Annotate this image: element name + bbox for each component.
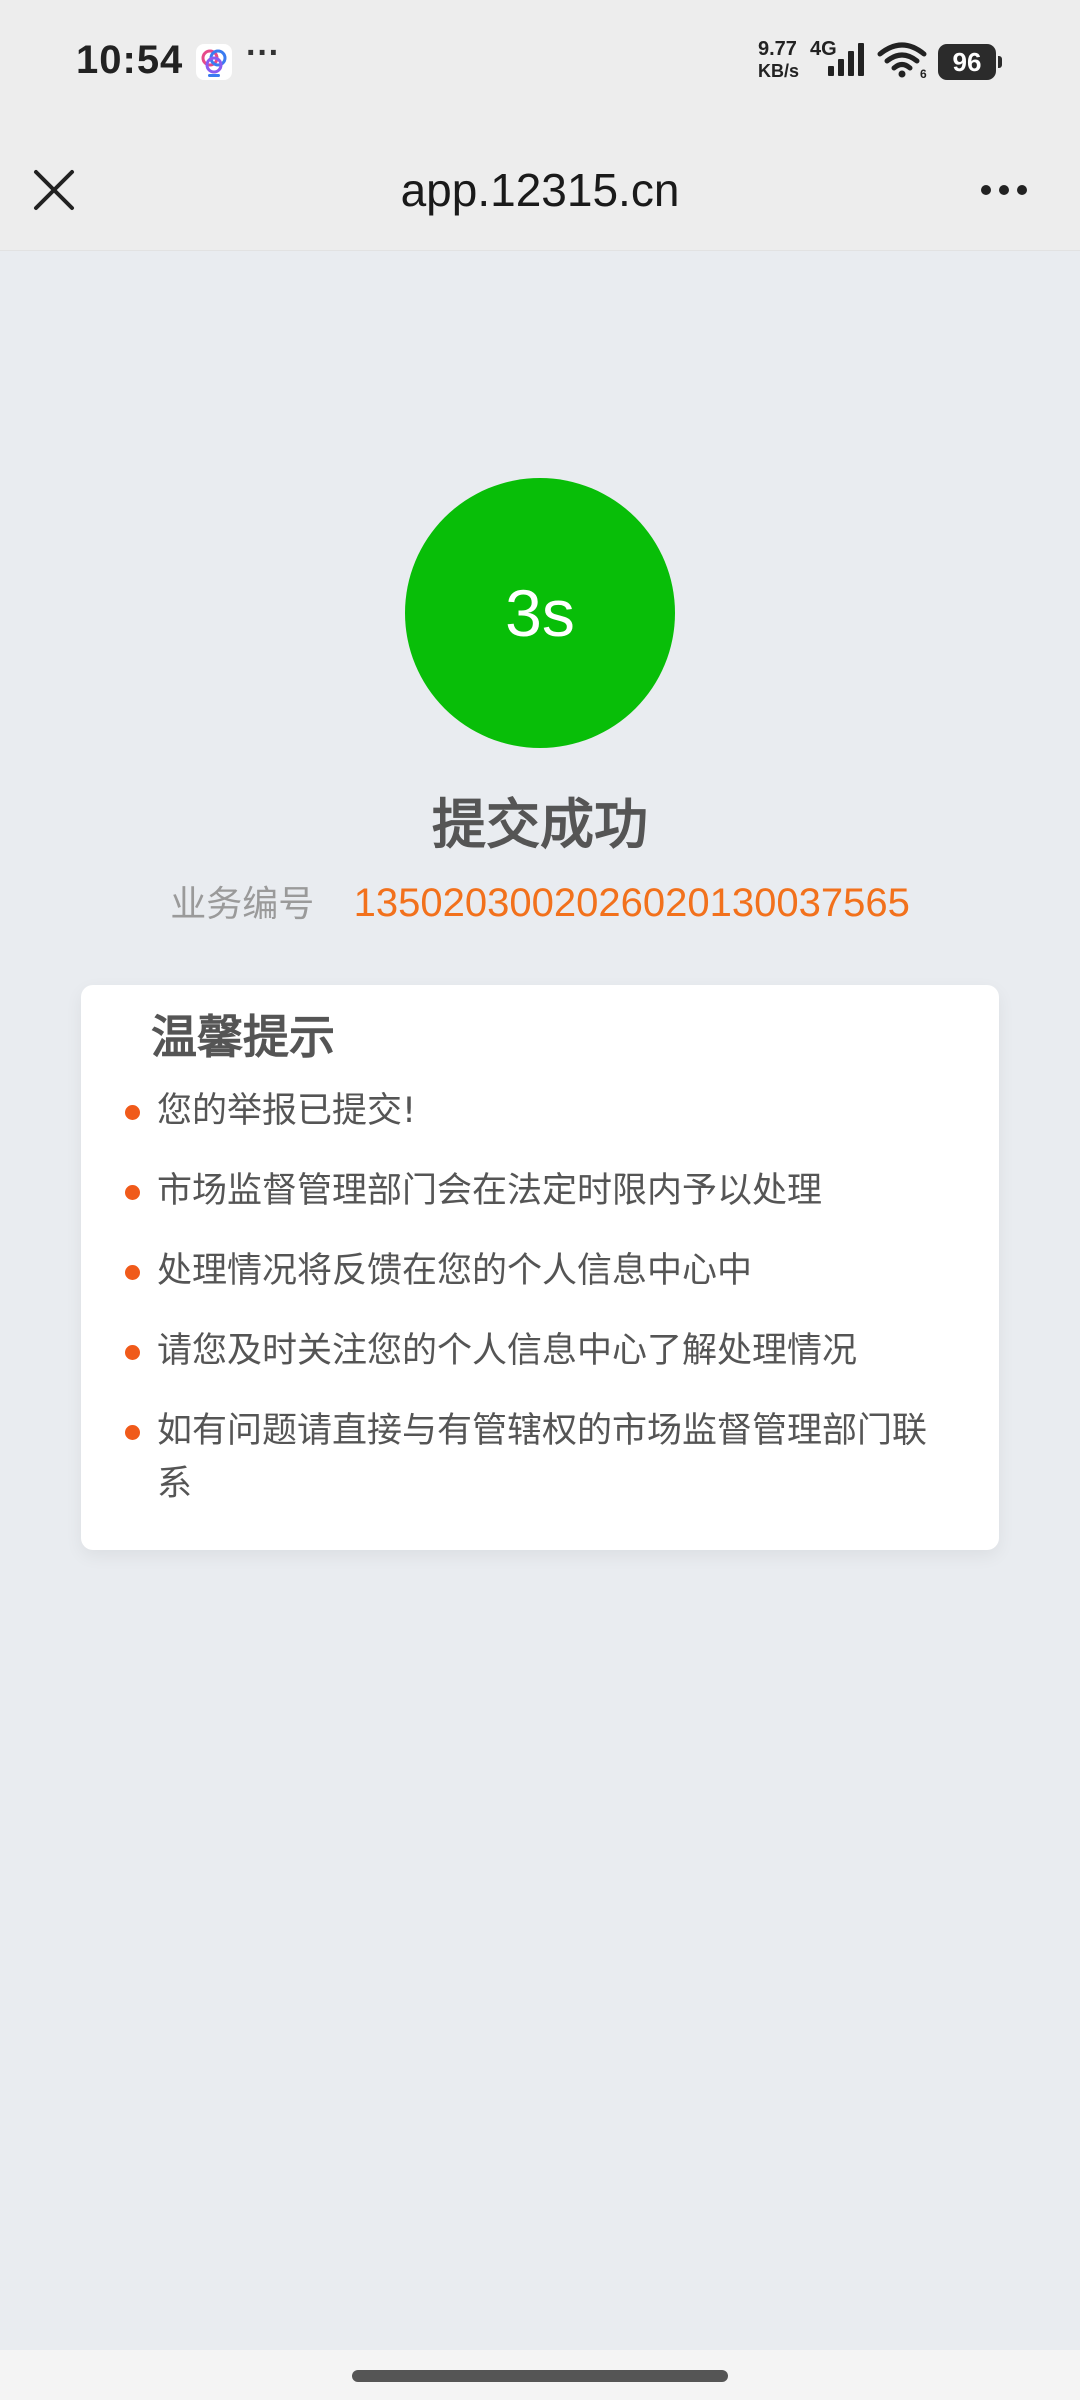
tips-item: 处理情况将反馈在您的个人信息中心中 bbox=[81, 1245, 999, 1298]
home-indicator[interactable] bbox=[352, 2370, 728, 2382]
success-title: 提交成功 bbox=[432, 793, 648, 856]
tips-item: 如有问题请直接与有管辖权的市场监督管理部门联系 bbox=[81, 1405, 999, 1511]
close-button[interactable] bbox=[24, 160, 84, 220]
business-number-label: 业务编号 bbox=[170, 884, 315, 925]
business-number-value: 1350203002026020130037565 bbox=[353, 881, 910, 925]
tips-item: 请您及时关注您的个人信息中心了解处理情况 bbox=[81, 1325, 999, 1378]
status-bar: 10:54 ··· 9.77 4G KB/s 6 96 bbox=[0, 0, 1080, 124]
bullet-dot-icon bbox=[125, 1105, 140, 1120]
tips-item: 市场监督管理部门会在法定时限内予以处理 bbox=[81, 1165, 999, 1218]
tips-card: 温馨提示 您的举报已提交! 市场监督管理部门会在法定时限内予以处理 处理情况将反… bbox=[81, 985, 999, 1550]
status-more-dots: ··· bbox=[246, 34, 280, 72]
bullet-dot-icon bbox=[125, 1185, 140, 1200]
browser-nav-bar: app.12315.cn bbox=[0, 124, 1080, 251]
battery-indicator: 96 bbox=[938, 44, 1002, 80]
more-menu-button[interactable] bbox=[974, 160, 1038, 220]
more-horizontal-icon bbox=[981, 185, 1027, 195]
close-icon bbox=[34, 170, 74, 210]
tips-item: 您的举报已提交! bbox=[81, 1085, 999, 1138]
cellular-signal-icon bbox=[826, 40, 870, 84]
tips-list: 您的举报已提交! 市场监督管理部门会在法定时限内予以处理 处理情况将反馈在您的个… bbox=[81, 1085, 999, 1538]
tips-item-text: 如有问题请直接与有管辖权的市场监督管理部门联系 bbox=[157, 1411, 928, 1504]
browser-app-icon bbox=[196, 44, 232, 80]
countdown-text: 3s bbox=[505, 576, 575, 650]
tips-item-text: 市场监督管理部门会在法定时限内予以处理 bbox=[157, 1171, 823, 1211]
tips-item-text: 您的举报已提交! bbox=[157, 1091, 417, 1131]
bullet-dot-icon bbox=[125, 1425, 140, 1440]
svg-text:6: 6 bbox=[920, 67, 927, 80]
status-time: 10:54 bbox=[76, 38, 184, 82]
wifi-icon: 6 bbox=[876, 40, 932, 84]
bullet-dot-icon bbox=[125, 1345, 140, 1360]
countdown-circle: 3s bbox=[405, 478, 675, 748]
business-number-row: 业务编号 1350203002026020130037565 bbox=[0, 876, 1080, 932]
page-url-title: app.12315.cn bbox=[400, 164, 680, 216]
tips-title: 温馨提示 bbox=[151, 1010, 335, 1064]
tips-item-text: 处理情况将反馈在您的个人信息中心中 bbox=[157, 1251, 753, 1291]
net-speed-value: 9.77 bbox=[758, 38, 797, 60]
bullet-dot-icon bbox=[125, 1265, 140, 1280]
tips-item-text: 请您及时关注您的个人信息中心了解处理情况 bbox=[157, 1331, 858, 1371]
